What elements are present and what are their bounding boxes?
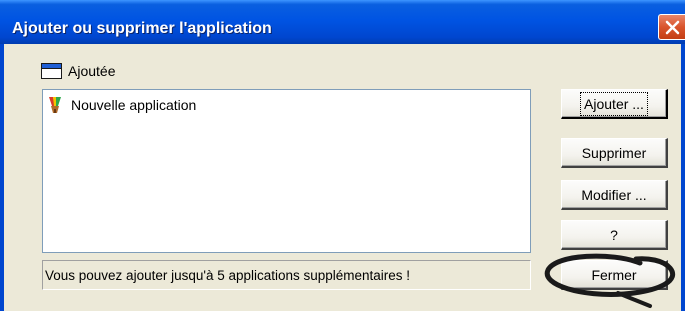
application-list[interactable]: Nouvelle application [42,89,531,253]
close-icon [665,20,680,35]
dialog-window: Ajouter ou supprimer l'application Ajout… [0,0,685,311]
list-item-label: Nouvelle application [71,97,197,113]
list-item[interactable]: Nouvelle application [47,96,196,114]
add-button[interactable]: Ajouter ... [561,89,668,119]
delete-button[interactable]: Supprimer [561,138,668,168]
add-button-label: Ajouter ... [580,91,648,116]
application-icon [49,97,61,113]
modify-button[interactable]: Modifier ... [561,180,668,210]
help-button[interactable]: ? [561,220,668,250]
group-label: Ajoutée [68,63,116,79]
modify-button-label: Modifier ... [581,186,647,203]
status-text: Vous pouvez ajouter jusqu'à 5 applicatio… [45,267,411,283]
close-button-label: Fermer [591,266,637,283]
status-message: Vous pouvez ajouter jusqu'à 5 applicatio… [42,260,531,290]
close-button[interactable]: Fermer [561,260,668,290]
title-bar[interactable]: Ajouter ou supprimer l'application [0,0,685,44]
window-right-border [681,44,685,311]
window-left-border [0,44,4,311]
group-header: Ajoutée [41,62,115,80]
window-title: Ajouter ou supprimer l'application [12,20,272,37]
window-icon [41,63,62,79]
close-window-button[interactable] [658,14,685,40]
help-button-label: ? [610,226,618,243]
delete-button-label: Supprimer [581,144,647,161]
